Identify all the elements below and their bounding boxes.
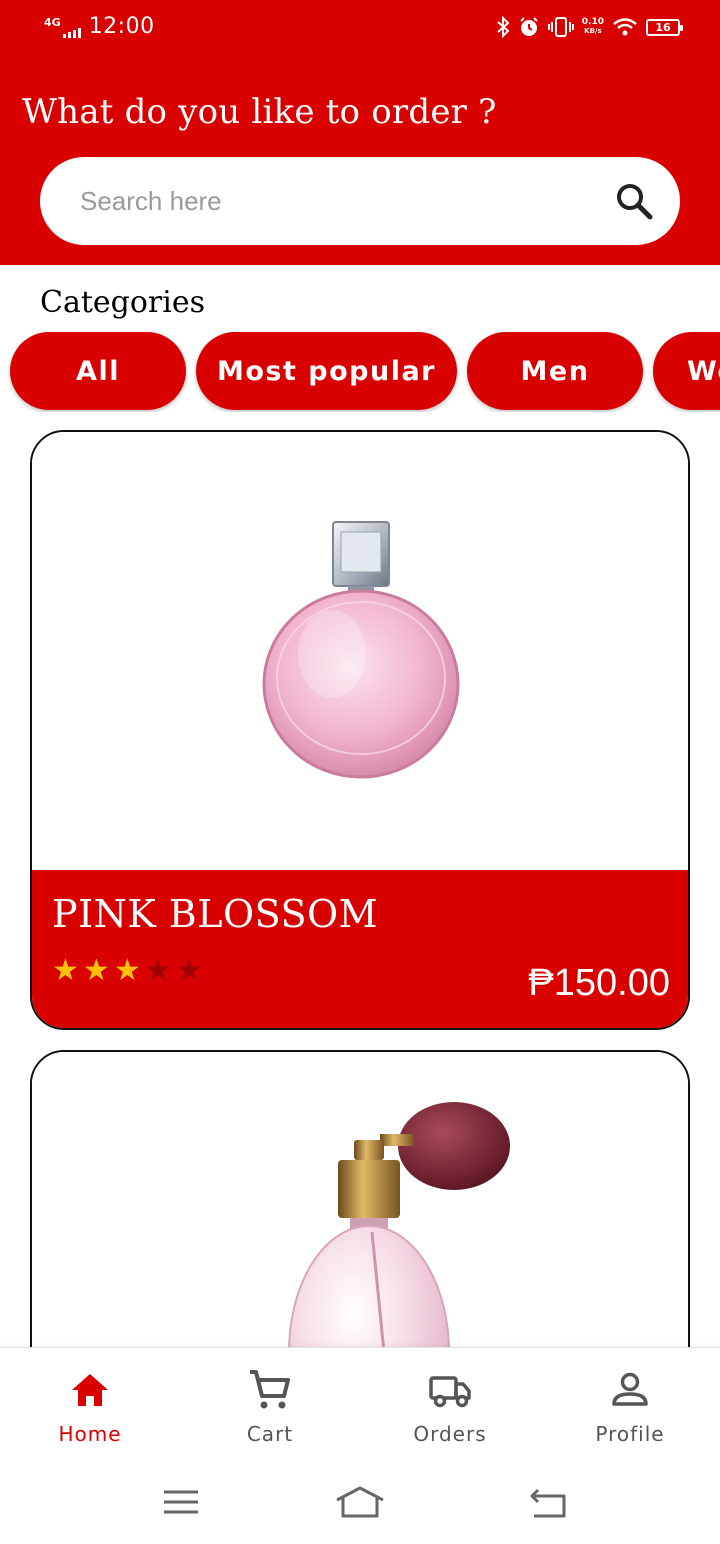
menu-icon[interactable] [156, 1482, 206, 1522]
vibrate-icon [547, 17, 574, 37]
product-image [32, 432, 688, 870]
battery-icon: 16 [646, 18, 683, 36]
chip-all[interactable]: All [10, 332, 186, 410]
product-info: PINK BLOSSOM ★ ★ ★ ★ ★ ₱150.00 [32, 870, 688, 1028]
bottom-nav: Home Cart Orders Profile [0, 1347, 720, 1460]
star-icon: ★ [52, 954, 79, 987]
status-bar: 4G 12:00 0.10 KB/s 16 [0, 0, 720, 56]
nav-label: Orders [413, 1422, 487, 1446]
nav-label: Cart [246, 1422, 294, 1446]
status-time: 12:00 [88, 14, 155, 39]
star-icon: ★ [113, 954, 141, 987]
star-icon: ★ [82, 954, 110, 987]
cart-icon [250, 1370, 290, 1409]
person-icon [612, 1372, 648, 1406]
page-title: What do you like to order ? [22, 92, 497, 132]
chip-men[interactable]: Men [467, 332, 643, 410]
wifi-icon [613, 18, 637, 36]
search-bar[interactable] [40, 157, 680, 245]
app-header: 4G 12:00 0.10 KB/s 16 What do you like t… [0, 0, 720, 265]
truck-icon [429, 1376, 471, 1408]
nav-orders[interactable]: Orders [360, 1348, 540, 1461]
product-price: ₱150.00 [528, 962, 670, 1004]
product-name: PINK BLOSSOM [52, 892, 379, 936]
nav-label: Profile [595, 1422, 665, 1446]
network-type: 4G [44, 16, 61, 29]
speed-value: 0.10 [581, 17, 604, 27]
chip-most-popular[interactable]: Most popular [196, 332, 457, 410]
alarm-icon [520, 17, 538, 36]
category-chips: All Most popular Men Women [0, 332, 720, 412]
network-speed: 0.10 KB/s [582, 18, 604, 36]
back-icon[interactable] [524, 1482, 574, 1522]
home-outline-icon[interactable] [335, 1482, 385, 1522]
product-rating: ★ ★ ★ ★ ★ [52, 956, 203, 986]
search-input[interactable] [80, 157, 600, 245]
star-icon: ★ [144, 954, 172, 987]
signal-icon [62, 26, 81, 38]
system-nav-bar [0, 1460, 720, 1544]
star-icon: ★ [175, 954, 203, 987]
search-icon[interactable] [614, 181, 654, 221]
battery-level: 16 [655, 20, 671, 34]
speed-unit: KB/s [584, 27, 602, 35]
nav-home[interactable]: Home [0, 1348, 180, 1461]
nav-cart[interactable]: Cart [180, 1348, 360, 1461]
nav-profile[interactable]: Profile [540, 1348, 720, 1461]
home-icon [72, 1374, 108, 1406]
bluetooth-icon [497, 16, 510, 38]
chip-women[interactable]: Women [653, 332, 720, 410]
categories-title: Categories [40, 285, 205, 320]
nav-label: Home [58, 1422, 122, 1446]
product-card[interactable]: PINK BLOSSOM ★ ★ ★ ★ ★ ₱150.00 [30, 430, 690, 1030]
